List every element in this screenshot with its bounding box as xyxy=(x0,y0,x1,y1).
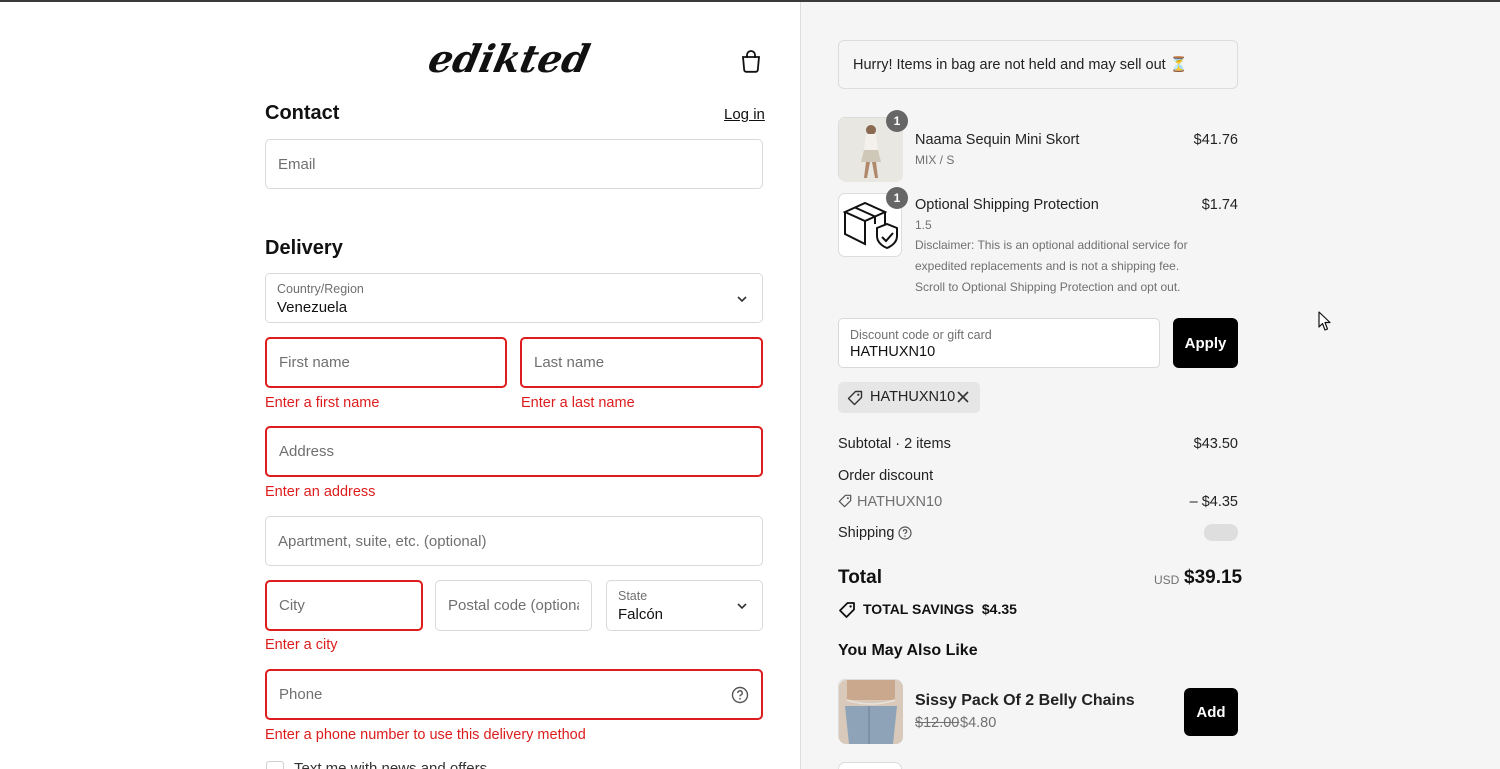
text-offers-checkbox[interactable] xyxy=(266,761,284,769)
question-circle-icon[interactable] xyxy=(898,526,912,540)
quantity-badge: 1 xyxy=(886,110,908,132)
recommendations-heading: You May Also Like xyxy=(838,642,978,659)
country-value: Venezuela xyxy=(277,299,348,316)
first-name-field[interactable] xyxy=(265,337,507,388)
item-price: $41.76 xyxy=(1193,132,1238,148)
order-discount-code: HATHUXN10 xyxy=(857,494,943,510)
discount-code-label: Discount code or gift card xyxy=(850,328,992,342)
question-circle-icon[interactable] xyxy=(731,686,749,704)
last-name-error: Enter a last name xyxy=(521,395,635,411)
country-select[interactable]: Country/Region Venezuela xyxy=(265,273,763,323)
discount-code-field[interactable]: Discount code or gift card HATHUXN10 xyxy=(838,318,1160,368)
state-select[interactable]: State Falcón xyxy=(606,580,763,631)
address-input[interactable] xyxy=(267,428,761,475)
address-field[interactable] xyxy=(265,426,763,477)
contact-heading: Contact xyxy=(265,102,340,124)
applied-discount-chip: HATHUXN10 xyxy=(838,382,980,413)
country-label: Country/Region xyxy=(277,282,364,296)
svg-text:edikted: edikted xyxy=(428,37,594,82)
apartment-field[interactable] xyxy=(265,516,763,566)
chevron-down-icon xyxy=(737,603,747,610)
add-recommendation-button[interactable]: Add xyxy=(1184,688,1238,736)
first-name-error: Enter a first name xyxy=(265,395,380,411)
city-field[interactable] xyxy=(265,580,423,631)
state-value: Falcón xyxy=(618,606,664,623)
item-price: $1.74 xyxy=(1201,197,1238,213)
recommendation-thumbnail[interactable] xyxy=(838,679,903,744)
city-input[interactable] xyxy=(267,582,421,629)
email-field[interactable] xyxy=(265,139,763,189)
shopping-bag-icon[interactable] xyxy=(738,48,764,74)
recommendation-new-price: $4.80 xyxy=(960,715,997,731)
shipping-protection-disclaimer: Disclaimer: This is an optional addition… xyxy=(915,238,1188,294)
tag-icon xyxy=(838,494,852,508)
item-name: Optional Shipping Protection xyxy=(915,197,1099,213)
recommendation-thumbnail xyxy=(838,762,902,769)
apply-button[interactable]: Apply xyxy=(1173,318,1238,368)
total-savings: TOTAL SAVINGS $4.35 xyxy=(863,601,1017,617)
quantity-badge: 1 xyxy=(886,187,908,209)
chevron-down-icon xyxy=(737,296,747,303)
close-icon[interactable] xyxy=(956,390,970,404)
total-savings-value: $4.35 xyxy=(981,601,1017,617)
item-variant: MIX / S xyxy=(915,153,955,167)
mouse-cursor-icon xyxy=(1318,311,1331,331)
total-currency: USD xyxy=(1154,573,1180,587)
recommendation-old-price: $12.00 xyxy=(915,715,960,731)
belly-chain-image xyxy=(839,680,903,744)
last-name-input[interactable] xyxy=(522,339,761,386)
last-name-field[interactable] xyxy=(520,337,763,388)
tag-icon xyxy=(847,390,863,406)
total-value: $39.15 xyxy=(1184,567,1243,588)
email-input[interactable] xyxy=(266,140,762,188)
urgency-banner: Hurry! Items in bag are not held and may… xyxy=(838,40,1238,89)
delivery-heading: Delivery xyxy=(265,237,343,259)
item-name: Naama Sequin Mini Skort xyxy=(915,132,1080,148)
order-discount-label: Order discount xyxy=(838,468,934,484)
postal-code-field[interactable] xyxy=(435,580,592,631)
applied-discount-code: HATHUXN10 xyxy=(870,389,956,405)
login-link[interactable]: Log in xyxy=(724,106,765,123)
phone-input[interactable] xyxy=(267,671,761,718)
brand-logo[interactable]: edikted xyxy=(428,36,600,86)
order-discount-value: – $4.35 xyxy=(1189,494,1238,510)
postal-code-input[interactable] xyxy=(436,581,591,630)
shipping-label: Shipping xyxy=(838,525,895,541)
total-label: Total xyxy=(838,567,882,588)
address-error: Enter an address xyxy=(265,484,376,500)
phone-error: Enter a phone number to use this deliver… xyxy=(265,727,586,743)
subtotal-value: $43.50 xyxy=(1193,436,1238,452)
recommendation-name[interactable]: Sissy Pack Of 2 Belly Chains xyxy=(915,692,1135,710)
shipping-loading-placeholder xyxy=(1204,524,1238,541)
city-error: Enter a city xyxy=(265,637,338,653)
first-name-input[interactable] xyxy=(267,339,505,386)
text-offers-label: Text me with news and offers xyxy=(294,760,488,769)
item-variant: 1.5 xyxy=(915,218,932,232)
apartment-input[interactable] xyxy=(266,517,762,565)
total-savings-label: TOTAL SAVINGS xyxy=(863,601,974,617)
state-label: State xyxy=(618,589,648,603)
tag-icon xyxy=(839,602,855,618)
subtotal-label: Subtotal · 2 items xyxy=(838,436,951,452)
urgency-banner-text: Hurry! Items in bag are not held and may… xyxy=(853,57,1188,73)
discount-code-value: HATHUXN10 xyxy=(850,344,936,360)
phone-field[interactable] xyxy=(265,669,763,720)
